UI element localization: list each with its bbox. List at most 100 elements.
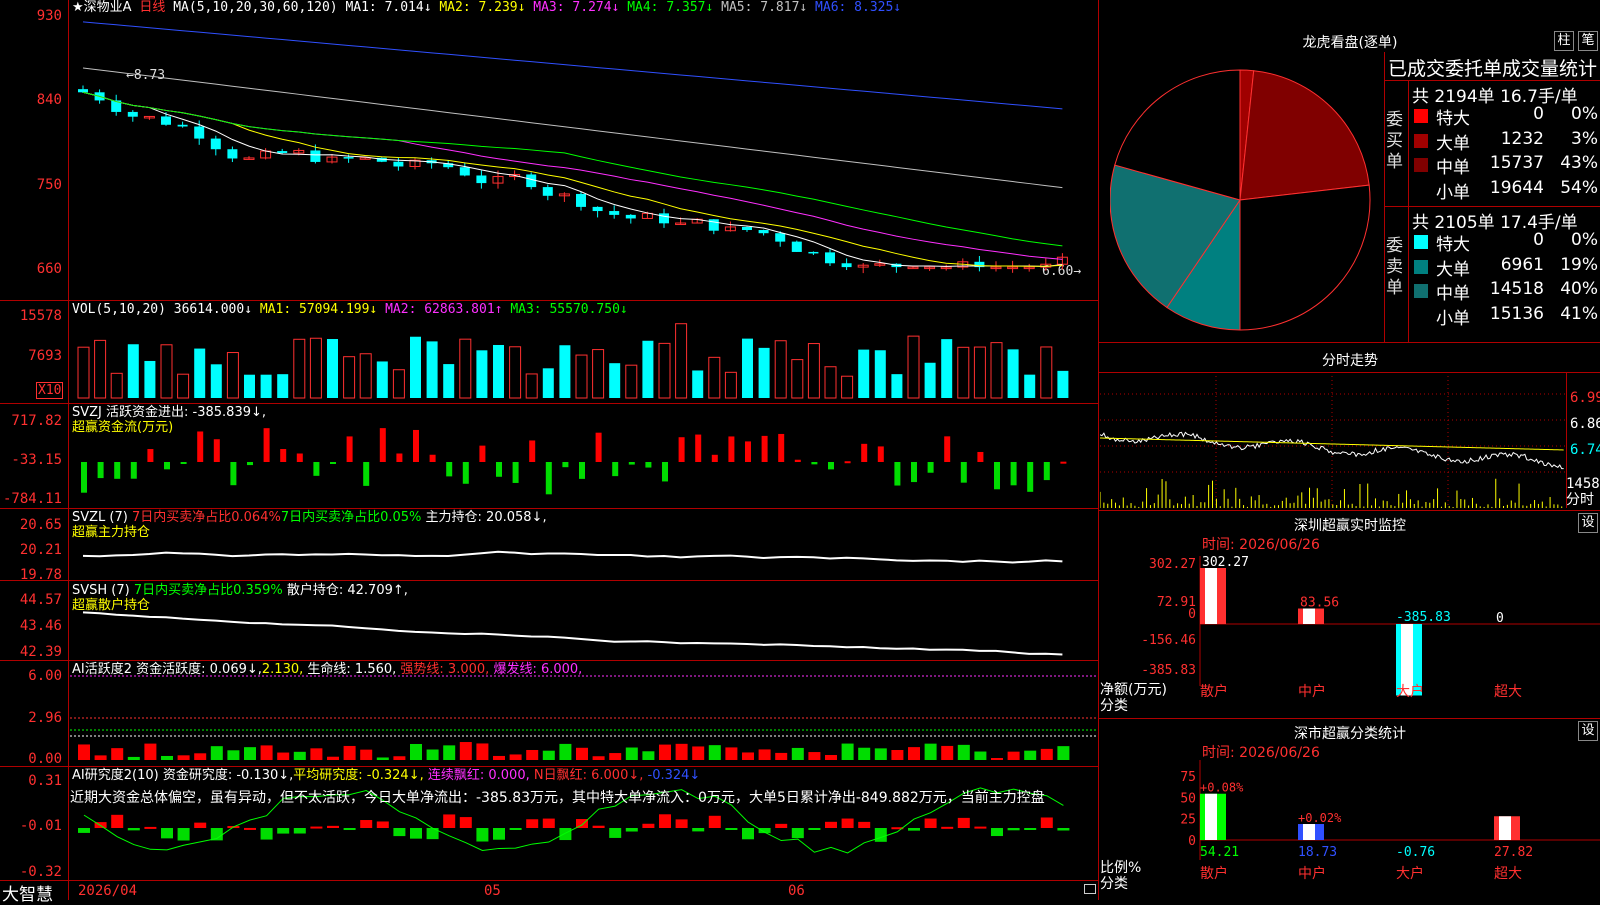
svzj-subtitle: 超赢资金流(万元) — [72, 420, 174, 435]
candle-body — [343, 157, 354, 159]
sz-class-settings-button[interactable]: 设 — [1578, 721, 1598, 741]
sz-class-title: 深市超赢分类统计 — [1294, 726, 1406, 742]
pen-mode-button[interactable]: 笔 — [1578, 31, 1598, 51]
intraday-vol-tick: 1458 — [1566, 476, 1600, 492]
sz-monitor-settings-button[interactable]: 设 — [1578, 513, 1598, 533]
sz-monitor-bar-shine — [1205, 568, 1217, 624]
ai-research-bar — [692, 828, 705, 832]
candle-body — [775, 233, 786, 242]
ai-research-bar — [443, 814, 456, 828]
sz-monitor-cat-2: 中户 — [1298, 683, 1326, 700]
candle-body — [758, 230, 769, 234]
svzj-bar — [413, 429, 419, 462]
volume-bar — [359, 353, 372, 399]
buy-row-pct-2: 3% — [1571, 128, 1598, 149]
volume-bar — [642, 340, 654, 398]
x-label-1: 2026/04 — [78, 883, 138, 899]
sz-monitor-cat-1: 散户 — [1200, 683, 1228, 700]
svzj-bar — [728, 436, 735, 462]
sell-row-pct-2: 19% — [1560, 254, 1598, 275]
sell-row-name-2: 大单 — [1436, 259, 1470, 280]
ai-research-bar — [78, 828, 90, 833]
ai-active-bar — [841, 743, 854, 760]
ai-active-bar — [509, 754, 522, 760]
ai-active-bar — [609, 753, 622, 760]
buy-row-name-2: 大单 — [1436, 133, 1470, 154]
bar-mode-button[interactable]: 柱 — [1554, 31, 1574, 51]
ai-active-bar — [1007, 751, 1020, 760]
pie-slice-4 — [1239, 184, 1371, 331]
candle-body — [127, 111, 138, 117]
ai-active-bar — [708, 745, 721, 760]
ai-active-bar — [144, 743, 157, 760]
sz-class-time: 时间: 2026/06/26 — [1202, 745, 1320, 761]
ai-active-bar — [941, 745, 954, 760]
candle-body — [609, 211, 620, 215]
ai-research-bar — [957, 817, 970, 828]
svzj-bar — [130, 462, 137, 479]
ai-research-bar — [509, 828, 522, 830]
candle-body — [210, 138, 221, 150]
svzl-line — [82, 550, 1063, 564]
ai-active-bar — [957, 744, 970, 760]
svzj-bar — [977, 451, 984, 462]
sz-class-bar-2: +0.02% 18.73 中户 — [1298, 811, 1342, 882]
ai-research-bar — [874, 828, 887, 842]
volume-bar — [758, 347, 770, 398]
sz-class-bar-shine — [1205, 793, 1217, 840]
svzj-bar — [429, 454, 436, 462]
volume-bar — [575, 354, 588, 399]
ai-research-bar — [476, 828, 489, 842]
ai-research-bar — [1040, 817, 1053, 828]
volume-bar — [194, 348, 206, 398]
svzl-tick-2: 20.21 — [19, 542, 62, 558]
ai-research-bar — [625, 828, 638, 832]
volume-bar — [160, 344, 173, 399]
svzj-bar — [479, 445, 486, 462]
volume-bar — [742, 338, 753, 398]
volume-bar — [774, 340, 787, 399]
ai-research-header: AI研究度2(10) 资金研究度: -0.130↓,平均研究度: -0.324↓… — [72, 768, 701, 783]
volume-bar — [144, 360, 156, 398]
sz-monitor-bar-2: 83.56 中户 — [1298, 596, 1339, 700]
svzj-bars — [81, 428, 1067, 495]
volume-bar — [791, 359, 804, 399]
svzj-bar — [645, 462, 652, 468]
sz-monitor-bar-label: -385.83 — [1396, 610, 1451, 625]
ai-active-bar — [410, 743, 422, 760]
svzj-bar — [529, 440, 536, 462]
svzj-bar — [81, 462, 87, 493]
ai-research-bar — [825, 821, 837, 828]
ai-research-bar — [1057, 828, 1070, 831]
volume-bar — [807, 343, 820, 399]
lock-icon[interactable] — [1084, 884, 1096, 894]
volume-bar — [77, 346, 90, 399]
sz-monitor-title: 深圳超赢实时监控 — [1294, 518, 1406, 534]
ai-active-bar — [908, 747, 920, 760]
ai-research-bar — [260, 828, 273, 840]
ai-research-bar — [609, 828, 622, 838]
volume-bar — [110, 372, 123, 399]
svsh-subtitle: 超赢散户持仓 — [72, 598, 151, 613]
ai-research-bar — [708, 815, 721, 828]
ai-active-bar — [194, 753, 207, 760]
svzj-bar — [280, 449, 287, 462]
svzj-bar — [512, 462, 519, 483]
ai-active-bar — [576, 747, 588, 760]
ai-research-bar — [244, 827, 256, 830]
ai-research-bar — [194, 822, 207, 828]
volume-bar — [1007, 349, 1019, 398]
ai-active-bar — [360, 749, 373, 760]
svzl-header: SVZL (7) 7日内买卖净占比0.064%7日内买卖净占比0.05% 主力持… — [72, 510, 547, 525]
ai-research-bar — [277, 828, 290, 834]
volume-bar — [343, 356, 356, 399]
svzj-bar — [396, 453, 403, 462]
svzj-bar — [296, 453, 303, 462]
svzj-bar — [247, 462, 253, 466]
sz-class-bar-shine — [1499, 816, 1511, 840]
svsh-tick-3: 42.39 — [19, 644, 62, 660]
candle-body — [659, 213, 669, 224]
buy-row-pct-3: 43% — [1560, 153, 1598, 173]
ma-line-10 — [82, 91, 1063, 267]
candle-body — [542, 187, 553, 196]
